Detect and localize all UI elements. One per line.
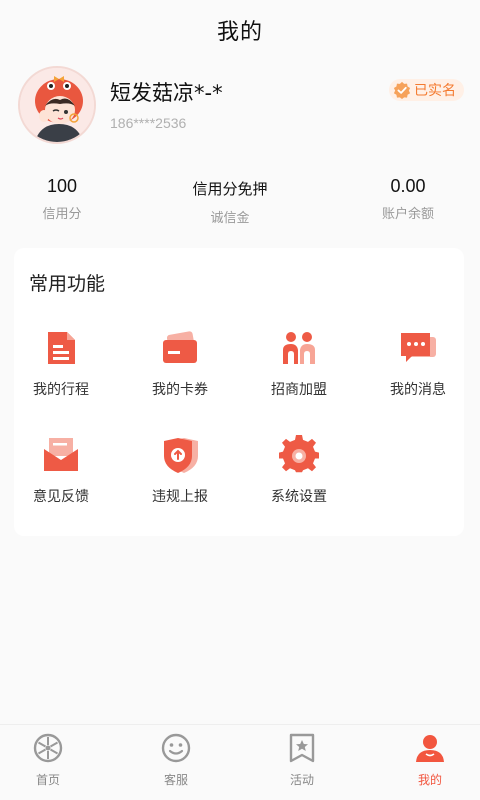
feature-label: 我的卡券 bbox=[152, 382, 208, 398]
stat-value: 100 bbox=[46, 176, 78, 196]
feature-system-settings[interactable]: 系统设置 bbox=[245, 435, 353, 506]
verified-label: 已实名 bbox=[414, 83, 456, 99]
tab-activity[interactable]: 活动 bbox=[262, 733, 342, 788]
profile-screen: 我的 短发菇凉*-* 186****2536 已实名 100 信用分 信用分免押… bbox=[0, 0, 480, 800]
smile-icon bbox=[161, 733, 191, 763]
feature-label: 意见反馈 bbox=[33, 489, 89, 505]
gear-icon bbox=[279, 435, 319, 473]
shield-report-icon bbox=[164, 438, 198, 473]
stat-label: 信用分 bbox=[42, 207, 82, 222]
stat-label: 账户余额 bbox=[381, 207, 434, 222]
person-icon bbox=[416, 735, 444, 762]
feature-label: 招商加盟 bbox=[271, 382, 327, 398]
message-icon bbox=[401, 333, 436, 362]
page-title: 我的 bbox=[216, 20, 263, 45]
tab-label: 首页 bbox=[35, 773, 60, 787]
stat-credit-score[interactable]: 100 信用分 bbox=[12, 176, 112, 222]
feature-my-trips[interactable]: 我的行程 bbox=[7, 328, 115, 399]
verified-badge: 已实名 bbox=[389, 79, 464, 101]
tab-customer-service[interactable]: 客服 bbox=[136, 733, 216, 788]
star-bookmark-icon bbox=[289, 733, 315, 763]
tab-label: 我的 bbox=[417, 773, 442, 787]
stat-deposit[interactable]: 信用分免押 诚信金 bbox=[170, 176, 290, 226]
feature-feedback[interactable]: 意见反馈 bbox=[7, 435, 115, 506]
bottom-tab-bar: 首页 客服 活动 我的 bbox=[0, 724, 480, 800]
card-title: 常用功能 bbox=[29, 273, 106, 295]
tab-label: 活动 bbox=[289, 773, 314, 787]
feature-my-coupons[interactable]: 我的卡券 bbox=[126, 328, 234, 399]
common-features-card: 常用功能 我的行程 我的卡券 招商加盟 我的消息 意见反馈 违规上报 系统设置 bbox=[14, 248, 464, 536]
stat-balance[interactable]: 0.00 账户余额 bbox=[358, 176, 458, 222]
stat-label: 诚信金 bbox=[210, 211, 250, 226]
feature-violation-report[interactable]: 违规上报 bbox=[126, 435, 234, 506]
tab-home[interactable]: 首页 bbox=[8, 733, 88, 788]
mail-feedback-icon bbox=[44, 438, 78, 471]
verified-check-icon bbox=[393, 81, 411, 99]
feature-label: 我的行程 bbox=[33, 382, 89, 398]
partners-icon bbox=[283, 332, 315, 364]
feature-franchise[interactable]: 招商加盟 bbox=[245, 328, 353, 399]
nickname: 短发菇凉*-* bbox=[110, 81, 223, 105]
stat-value: 0.00 bbox=[390, 176, 426, 196]
document-icon bbox=[48, 332, 75, 364]
cartoon-avatar-icon bbox=[20, 68, 94, 142]
feature-label: 违规上报 bbox=[152, 489, 208, 505]
wheel-icon bbox=[33, 733, 63, 763]
tab-label: 客服 bbox=[163, 773, 188, 787]
avatar[interactable] bbox=[18, 66, 96, 144]
feature-label: 系统设置 bbox=[271, 489, 327, 505]
stat-value: 信用分免押 bbox=[192, 180, 268, 198]
card-icon bbox=[163, 331, 197, 363]
phone-number: 186****2536 bbox=[110, 115, 187, 131]
feature-my-messages[interactable]: 我的消息 bbox=[364, 328, 472, 399]
feature-label: 我的消息 bbox=[390, 382, 446, 398]
tab-mine[interactable]: 我的 bbox=[390, 733, 470, 788]
